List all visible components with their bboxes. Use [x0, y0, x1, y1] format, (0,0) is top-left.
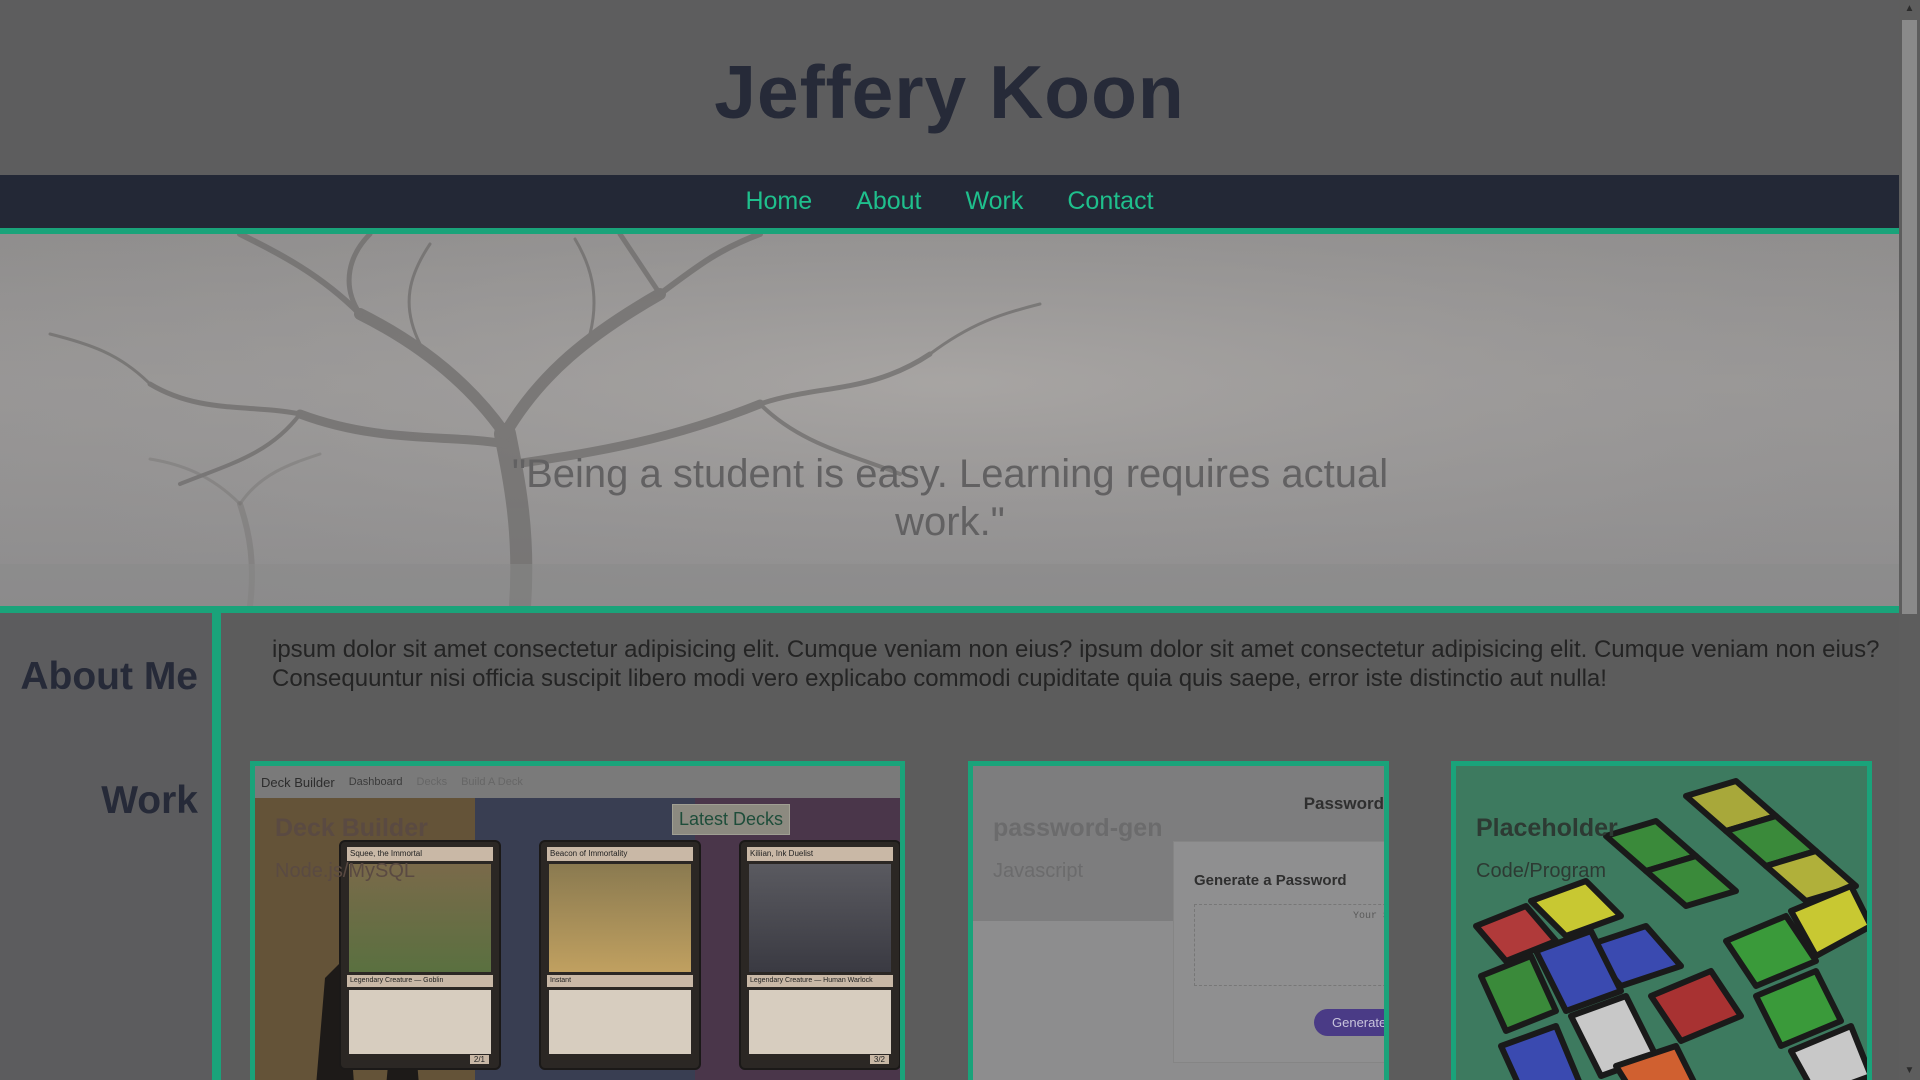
- mtg-card-art: [549, 864, 691, 972]
- site-header: Jeffery Koon: [0, 0, 1899, 175]
- card-title: Deck Builder: [275, 814, 428, 842]
- mtg-card-type: Legendary Creature — Goblin: [347, 975, 493, 987]
- mtg-card-rules-text: [749, 990, 891, 1054]
- work-card-placeholder[interactable]: Placeholder Code/Program: [1451, 761, 1872, 1080]
- scroll-up-arrow[interactable]: ▲: [1899, 0, 1920, 18]
- nav-links: Home About Work Contact: [723, 187, 1175, 215]
- latest-decks-banner: Latest Decks: [672, 804, 791, 835]
- nav-link-home[interactable]: Home: [723, 187, 834, 215]
- mtg-card-pt: 2/1: [469, 1055, 489, 1064]
- deck-tab-dashboard: Dashboard: [348, 776, 403, 788]
- work-heading: Work: [101, 779, 198, 822]
- deck-builder-brand: Deck Builder: [261, 774, 335, 790]
- work-card-password-gen[interactable]: Password Generate a Password Your Secu G…: [968, 761, 1389, 1080]
- deck-builder-topbar: Deck Builder Dashboard Decks Build A Dec…: [255, 766, 900, 798]
- hero-quote: "Being a student is easy. Learning requi…: [511, 452, 1389, 544]
- scroll-down-arrow[interactable]: ▼: [1899, 1062, 1920, 1080]
- card-subtitle: Code/Program: [1476, 860, 1607, 882]
- nav-link-contact[interactable]: Contact: [1045, 187, 1175, 215]
- content-section: About Me Work ipsum dolor sit amet conse…: [0, 613, 1899, 1080]
- about-text: ipsum dolor sit amet consectetur adipisi…: [272, 636, 1880, 692]
- deck-tab-build: Build A Deck: [461, 776, 523, 788]
- work-card-deck-builder[interactable]: Deck Builder Dashboard Decks Build A Dec…: [250, 761, 905, 1080]
- password-textarea: Your Secu: [1194, 904, 1389, 986]
- foggy-tree-image: [0, 234, 1899, 606]
- about-heading: About Me: [20, 655, 198, 698]
- mtg-card-type: Legendary Creature — Human Warlock: [747, 975, 893, 987]
- mtg-card-name: Beacon of Immortality: [547, 847, 693, 861]
- mtg-card: Kiliian, Ink Duelist Legendary Creature …: [739, 840, 900, 1070]
- site-title: Jeffery Koon: [714, 50, 1185, 134]
- scrollbar-thumb[interactable]: [1902, 20, 1917, 614]
- card-title: Placeholder: [1476, 814, 1618, 842]
- password-app-header: Password: [1303, 794, 1384, 813]
- deck-tab-decks: Decks: [416, 776, 448, 788]
- navbar: Home About Work Contact: [0, 175, 1899, 234]
- mtg-card-name: Squee, the Immortal: [347, 847, 493, 861]
- card-subtitle: Node.js/MySQL: [275, 860, 416, 882]
- mtg-card-name: Kiliian, Ink Duelist: [747, 847, 893, 861]
- mtg-card-rules-text: [549, 990, 691, 1054]
- generate-password-label: Generate a Password: [1194, 872, 1347, 889]
- card-subtitle: Javascript: [993, 860, 1084, 882]
- password-placeholder: Your Secu: [1352, 911, 1389, 922]
- mtg-card: Beacon of Immortality Instant: [539, 840, 701, 1070]
- mtg-card-type: Instant: [547, 975, 693, 987]
- hero-banner: "Being a student is easy. Learning requi…: [0, 234, 1899, 613]
- nav-link-about[interactable]: About: [834, 187, 943, 215]
- mtg-card-pt: 3/2: [869, 1055, 889, 1064]
- page: Jeffery Koon Home About Work Contact "Be…: [0, 0, 1899, 1080]
- generate-button: Generate: [1314, 1009, 1384, 1036]
- password-panel: Generate a Password Your Secu Generate: [1173, 841, 1389, 1063]
- card-title: password-gen: [993, 814, 1163, 842]
- vertical-scrollbar[interactable]: ▲ ▼: [1899, 0, 1920, 1080]
- side-column: About Me Work: [0, 613, 221, 1080]
- nav-link-work[interactable]: Work: [943, 187, 1045, 215]
- mtg-card-art: [749, 864, 891, 972]
- mtg-card-rules-text: [349, 990, 491, 1054]
